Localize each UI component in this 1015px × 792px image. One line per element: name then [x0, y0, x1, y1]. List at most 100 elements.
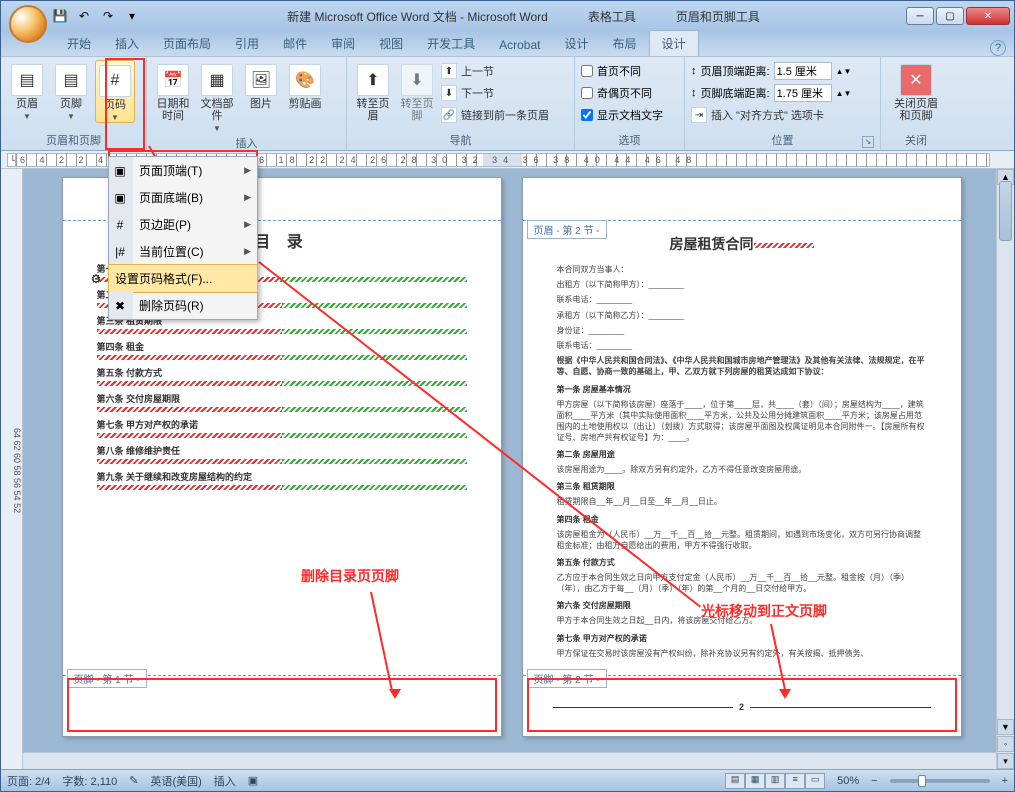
- docparts-button[interactable]: ▦ 文档部件 ▼: [197, 60, 237, 133]
- show-doc-text-checkbox[interactable]: 显示文档文字: [581, 104, 663, 126]
- help-button[interactable]: ?: [990, 40, 1006, 56]
- tab-view[interactable]: 视图: [367, 31, 415, 56]
- tab-dev[interactable]: 开发工具: [415, 31, 487, 56]
- status-lang[interactable]: 英语(美国): [150, 773, 201, 789]
- title-bar: 💾 ↶ ↷ ▾ 新建 Microsoft Office Word 文档 - Mi…: [1, 1, 1014, 31]
- goto-header-icon: ⬆: [357, 64, 389, 96]
- picture-button[interactable]: 🖼 图片: [241, 60, 281, 110]
- format-icon: ⚙: [87, 270, 105, 288]
- toc-line: 第四条 租金: [97, 340, 467, 353]
- hdr-dist-label: 页眉顶端距离:: [701, 63, 770, 79]
- qat-save[interactable]: 💾: [49, 5, 71, 27]
- goto-footer-icon: ⬇: [401, 64, 433, 96]
- qat-redo[interactable]: ↷: [97, 5, 119, 27]
- zoom-in[interactable]: +: [1002, 775, 1008, 787]
- view-buttons: ▤ ▦ ▥ ≡ ▭: [725, 773, 825, 789]
- group-options-label: 选项: [581, 130, 678, 150]
- close-button[interactable]: ✕: [966, 7, 1010, 25]
- menu-remove-pagenum[interactable]: ✖删除页码(R): [109, 292, 257, 319]
- next-section-button[interactable]: ⬇下一节: [441, 82, 549, 104]
- menu-format-pagenum[interactable]: ⚙设置页码格式(F)...: [108, 264, 258, 293]
- view-web[interactable]: ▥: [765, 773, 785, 789]
- link-previous-button[interactable]: 🔗链接到前一条页眉: [441, 104, 549, 126]
- toc-line: 第五条 付款方式: [97, 366, 467, 379]
- toc-line: 第六条 交付房屋期限: [97, 392, 467, 405]
- prev-page[interactable]: ◦: [997, 736, 1014, 752]
- tab-review[interactable]: 审阅: [319, 31, 367, 56]
- view-draft[interactable]: ▭: [805, 773, 825, 789]
- position-dialog-launcher[interactable]: ↘: [862, 136, 874, 148]
- page-2[interactable]: 页眉 - 第 2 节 - 房屋租赁合同 本合同双方当事人： 出租方（以下简称甲方…: [522, 177, 962, 737]
- tab-ref[interactable]: 引用: [223, 31, 271, 56]
- zoom-out[interactable]: −: [871, 775, 877, 787]
- tab-hf-design[interactable]: 设计: [649, 30, 699, 56]
- docparts-icon: ▦: [201, 64, 233, 96]
- view-print[interactable]: ▤: [725, 773, 745, 789]
- status-proof-icon[interactable]: ✎: [129, 774, 138, 787]
- menu-current-pos[interactable]: |#当前位置(C)▶: [109, 238, 257, 265]
- office-button[interactable]: [9, 5, 47, 43]
- align-tab-button[interactable]: ⇥插入 "对齐方式" 选项卡: [691, 104, 851, 126]
- view-fullread[interactable]: ▦: [745, 773, 765, 789]
- picture-icon: 🖼: [245, 64, 277, 96]
- tab-acrobat[interactable]: Acrobat: [487, 34, 552, 56]
- first-page-diff-checkbox[interactable]: 首页不同: [581, 60, 663, 82]
- scroll-thumb[interactable]: [999, 181, 1012, 241]
- close-hf-icon: ✕: [900, 64, 932, 96]
- current-pos-icon: |#: [111, 243, 129, 261]
- clipart-button[interactable]: 🎨 剪贴画: [285, 60, 325, 110]
- context-title-2: 页眉和页脚工具: [676, 8, 760, 25]
- tab-mail[interactable]: 邮件: [271, 31, 319, 56]
- prev-icon: ⬆: [441, 63, 457, 79]
- zoom-slider[interactable]: [890, 779, 990, 783]
- tab-table-layout[interactable]: 布局: [601, 31, 649, 56]
- goto-footer-button[interactable]: ⬇ 转至页脚: [397, 60, 437, 122]
- group-nav-label: 导航: [353, 130, 568, 150]
- window-title: 新建 Microsoft Office Word 文档 - Microsoft …: [287, 8, 548, 25]
- page-top-icon: ▣: [111, 162, 129, 180]
- page-number: 2: [739, 702, 744, 712]
- scroll-down[interactable]: ▼: [997, 719, 1014, 735]
- prev-section-button[interactable]: ⬆上一节: [441, 60, 549, 82]
- ftr-dist-input[interactable]: [774, 84, 832, 102]
- tab-table-design[interactable]: 设计: [552, 31, 600, 56]
- quick-access-toolbar: 💾 ↶ ↷ ▾: [49, 5, 143, 27]
- maximize-button[interactable]: ▢: [936, 7, 964, 25]
- next-page[interactable]: ▾: [997, 753, 1014, 769]
- qat-more[interactable]: ▾: [121, 5, 143, 27]
- qat-undo[interactable]: ↶: [73, 5, 95, 27]
- calendar-icon: 📅: [157, 64, 189, 96]
- status-macro-icon[interactable]: ▣: [248, 774, 258, 787]
- footer-button[interactable]: ▤ 页脚 ▼: [51, 60, 91, 121]
- menu-page-bottom[interactable]: ▣页面底端(B)▶: [109, 184, 257, 211]
- context-title-1: 表格工具: [588, 8, 636, 25]
- goto-header-button[interactable]: ⬆ 转至页眉: [353, 60, 393, 122]
- pagenum-icon: #: [99, 65, 131, 97]
- horizontal-scrollbar[interactable]: [23, 752, 996, 769]
- tab-insert[interactable]: 插入: [103, 31, 151, 56]
- hdr-dist-input[interactable]: [774, 62, 832, 80]
- view-outline[interactable]: ≡: [785, 773, 805, 789]
- header-button[interactable]: ▤ 页眉 ▼: [7, 60, 47, 121]
- status-words[interactable]: 字数: 2,110: [62, 773, 117, 789]
- status-mode[interactable]: 插入: [214, 773, 236, 789]
- close-hf-button[interactable]: ✕ 关闭页眉 和页脚: [889, 60, 943, 122]
- status-page[interactable]: 页面: 2/4: [7, 773, 50, 789]
- link-icon: 🔗: [441, 107, 457, 123]
- pagenum-menu: ▣页面顶端(T)▶ ▣页面底端(B)▶ #页边距(P)▶ |#当前位置(C)▶ …: [108, 156, 258, 320]
- zoom-level[interactable]: 50%: [837, 775, 859, 787]
- group-hf-label: 页眉和页脚: [7, 130, 140, 150]
- header-icon: ▤: [11, 64, 43, 96]
- odd-even-diff-checkbox[interactable]: 奇偶页不同: [581, 82, 663, 104]
- pagenum-button[interactable]: # 页码 ▼: [95, 60, 135, 123]
- menu-page-top[interactable]: ▣页面顶端(T)▶: [109, 157, 257, 184]
- vertical-ruler[interactable]: 64 62 60 58 56 54 52: [1, 169, 23, 769]
- minimize-button[interactable]: ─: [906, 7, 934, 25]
- tab-start[interactable]: 开始: [55, 31, 103, 56]
- vertical-scrollbar[interactable]: ▲ ▼ ◦ ▾: [996, 169, 1014, 769]
- page-bottom-icon: ▣: [111, 189, 129, 207]
- ribbon: ▤ 页眉 ▼ ▤ 页脚 ▼ # 页码 ▼ 页眉和页脚: [1, 56, 1014, 151]
- tab-layout[interactable]: 页面布局: [151, 31, 223, 56]
- menu-page-margin[interactable]: #页边距(P)▶: [109, 211, 257, 238]
- datetime-button[interactable]: 📅 日期和 时间: [153, 60, 193, 122]
